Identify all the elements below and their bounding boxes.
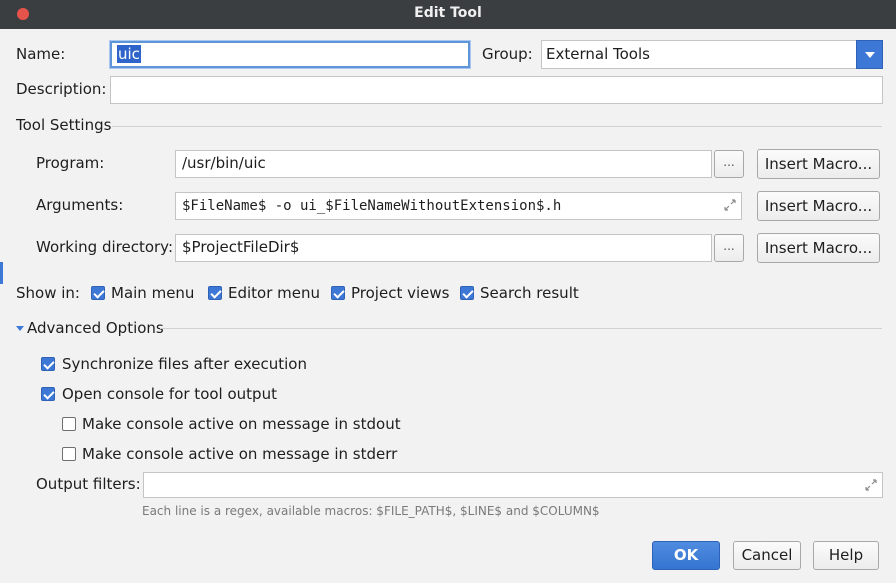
triangle-down-icon[interactable] [16, 326, 24, 331]
working-dir-input[interactable]: $ProjectFileDir$ [175, 234, 712, 262]
console-stdout-label: Make console active on message in stdout [82, 415, 401, 433]
open-console-checkbox[interactable] [41, 387, 55, 401]
name-input[interactable]: uic [110, 41, 470, 68]
group-label: Group: [482, 45, 533, 63]
arguments-insert-macro-button[interactable]: Insert Macro... [757, 191, 880, 221]
working-dir-insert-macro-button[interactable]: Insert Macro... [757, 233, 880, 263]
name-value: uic [117, 45, 141, 63]
sync-files-label: Synchronize files after execution [62, 355, 307, 373]
output-filters-input[interactable] [143, 472, 883, 498]
main-menu-checkbox[interactable] [91, 286, 105, 300]
description-label: Description: [16, 80, 107, 98]
console-stderr-label: Make console active on message in stderr [82, 445, 398, 463]
main-menu-label: Main menu [111, 284, 195, 302]
output-filters-label: Output filters: [36, 475, 141, 493]
title-bar: Edit Tool [0, 0, 896, 29]
program-insert-macro-button[interactable]: Insert Macro... [757, 149, 880, 179]
group-combo[interactable]: External Tools [541, 40, 883, 69]
editor-menu-label: Editor menu [228, 284, 321, 302]
output-filters-hint: Each line is a regex, available macros: … [142, 504, 600, 518]
group-value: External Tools [546, 45, 650, 63]
project-views-checkbox[interactable] [331, 286, 345, 300]
window-title: Edit Tool [414, 5, 482, 21]
tool-settings-divider [112, 126, 882, 127]
edit-tool-dialog: Edit Tool Name: uic Group: External Tool… [0, 0, 896, 583]
chevron-down-icon[interactable] [856, 40, 883, 69]
expand-filters-icon[interactable] [865, 479, 877, 491]
open-console-label: Open console for tool output [62, 385, 277, 403]
working-dir-label: Working directory: [36, 238, 174, 256]
program-input[interactable]: /usr/bin/uic [175, 150, 712, 178]
program-label: Program: [36, 154, 105, 172]
ok-button[interactable]: OK [652, 541, 720, 570]
search-result-checkbox[interactable] [460, 286, 474, 300]
program-browse-button[interactable]: ... [714, 150, 744, 178]
arguments-input[interactable]: $FileName$ -o ui_$FileNameWithoutExtensi… [175, 192, 742, 220]
working-dir-browse-button[interactable]: ... [714, 234, 744, 262]
help-button[interactable]: Help [813, 541, 879, 570]
arguments-label: Arguments: [36, 196, 124, 214]
expand-arguments-icon[interactable] [724, 199, 736, 211]
project-views-label: Project views [351, 284, 450, 302]
name-label: Name: [16, 45, 66, 63]
show-in-label: Show in: [16, 284, 80, 302]
advanced-options-divider [160, 328, 882, 329]
arguments-value: $FileName$ -o ui_$FileNameWithoutExtensi… [182, 198, 562, 214]
side-marker [0, 262, 3, 284]
cancel-button[interactable]: Cancel [733, 541, 801, 570]
description-input[interactable] [110, 76, 883, 104]
search-result-label: Search result [480, 284, 579, 302]
advanced-options-header[interactable]: Advanced Options [27, 319, 164, 337]
editor-menu-checkbox[interactable] [208, 286, 222, 300]
sync-files-checkbox[interactable] [41, 357, 55, 371]
tool-settings-header: Tool Settings [16, 116, 112, 134]
console-stderr-checkbox[interactable] [62, 447, 76, 461]
console-stdout-checkbox[interactable] [62, 417, 76, 431]
